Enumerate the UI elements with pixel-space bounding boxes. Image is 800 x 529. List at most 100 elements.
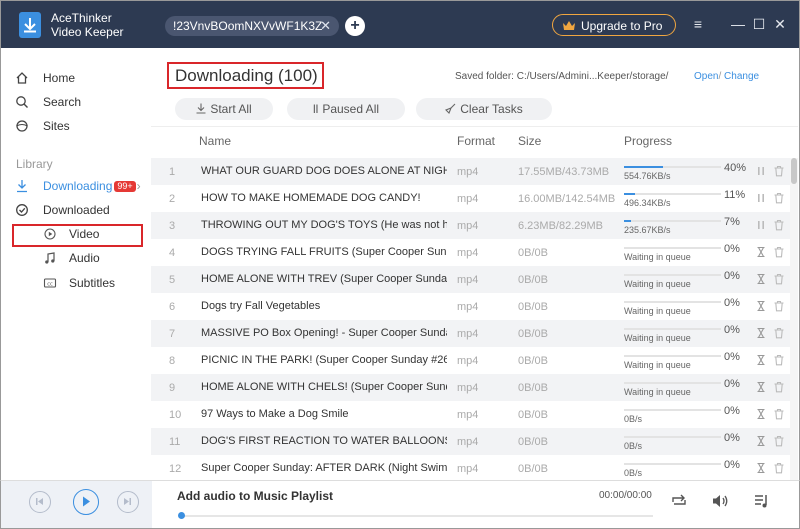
url-tab-label: !23VnvBOomNXVvWF1K3Z — [173, 19, 323, 33]
sidebar-item-search[interactable]: Search — [1, 91, 151, 113]
sidebar-item-sites[interactable]: Sites — [1, 115, 151, 137]
brand-name: AceThinker — [51, 11, 112, 25]
pause-icon[interactable] — [755, 192, 767, 204]
playback-track[interactable] — [179, 515, 653, 517]
row-name: DOG'S FIRST REACTION TO WATER BALLOONS! — [201, 435, 447, 447]
playback-time: 00:00/00:00 — [599, 490, 652, 501]
header-divider — [151, 126, 798, 127]
row-number: 9 — [169, 382, 176, 394]
table-row[interactable]: 3 THROWING OUT MY DOG'S TOYS (He was not … — [151, 212, 790, 239]
add-tab-button[interactable]: + — [345, 16, 365, 36]
hourglass-icon[interactable] — [755, 462, 767, 474]
row-name: DOGS TRYING FALL FRUITS (Super Cooper Su… — [201, 246, 447, 258]
sidebar-item-downloaded[interactable]: Downloaded — [1, 199, 151, 221]
play-button[interactable] — [73, 489, 99, 515]
table-row[interactable]: 5 HOME ALONE WITH TREV (Super Cooper Sund… — [151, 266, 790, 293]
repeat-icon[interactable] — [670, 493, 688, 509]
progress-percent: 7% — [724, 216, 740, 228]
progress-bar — [624, 436, 721, 438]
delete-icon[interactable] — [773, 165, 785, 177]
hourglass-icon[interactable] — [755, 327, 767, 339]
table-row[interactable]: 10 97 Ways to Make a Dog Smile mp4 0B/0B 0% 0… — [151, 401, 790, 428]
row-number: 7 — [169, 328, 176, 340]
table-row[interactable]: 7 MASSIVE PO Box Opening! - Super Cooper … — [151, 320, 790, 347]
sidebar-item-downloading[interactable]: Downloading 99+ › — [1, 175, 151, 197]
table-row[interactable]: 6 Dogs try Fall Vegetables mp4 0B/0B 0% Waiti… — [151, 293, 790, 320]
start-all-button[interactable]: Start All — [175, 98, 273, 120]
row-status: Waiting in queue — [624, 333, 691, 343]
row-number: 11 — [169, 436, 181, 448]
delete-icon[interactable] — [773, 462, 785, 474]
hourglass-icon[interactable] — [755, 408, 767, 420]
next-button[interactable] — [117, 491, 139, 513]
delete-icon[interactable] — [773, 381, 785, 393]
sidebar-item-label: Downloaded — [43, 203, 110, 217]
playlist-icon[interactable] — [753, 492, 771, 510]
hourglass-icon[interactable] — [755, 435, 767, 447]
pause-icon[interactable] — [755, 165, 767, 177]
table-row[interactable]: 1 WHAT OUR GUARD DOG DOES ALONE AT NIGHT … — [151, 158, 790, 185]
saved-folder-path: C:/Users/Admini...Keeper/storage/ — [516, 71, 669, 82]
upgrade-button[interactable]: Upgrade to Pro — [552, 14, 676, 36]
table-row[interactable]: 8 PICNIC IN THE PARK! (Super Cooper Sunda… — [151, 347, 790, 374]
sidebar-item-subtitles[interactable]: cc Subtitles — [1, 272, 151, 294]
scrollbar-thumb[interactable] — [791, 158, 797, 184]
minimize-icon[interactable]: — — [729, 15, 747, 33]
hourglass-icon[interactable] — [755, 273, 767, 285]
table-row[interactable]: 9 HOME ALONE WITH CHELS! (Super Cooper Su… — [151, 374, 790, 401]
folder-actions: Open/ Change — [694, 71, 759, 82]
previous-icon — [36, 498, 43, 505]
clear-tasks-button[interactable]: Clear Tasks — [416, 98, 552, 120]
delete-icon[interactable] — [773, 408, 785, 420]
sidebar-item-label: Search — [43, 95, 82, 109]
chevron-right-icon: › — [136, 179, 141, 193]
delete-icon[interactable] — [773, 273, 785, 285]
saved-folder: Saved folder: C:/Users/Admini...Keeper/s… — [455, 71, 668, 82]
delete-icon[interactable] — [773, 219, 785, 231]
table-row[interactable]: 4 DOGS TRYING FALL FRUITS (Super Cooper S… — [151, 239, 790, 266]
hourglass-icon[interactable] — [755, 300, 767, 312]
delete-icon[interactable] — [773, 435, 785, 447]
scrollbar[interactable] — [790, 158, 798, 480]
row-name: THROWING OUT MY DOG'S TOYS (He was not h… — [201, 219, 447, 231]
row-size: 0B/0B — [518, 328, 548, 340]
paused-all-button[interactable]: ll Paused All — [287, 98, 405, 120]
maximize-icon[interactable]: ☐ — [750, 15, 768, 33]
close-window-icon[interactable]: ✕ — [771, 15, 789, 33]
progress-bar — [624, 193, 721, 195]
row-format: mp4 — [457, 409, 479, 421]
row-size: 6.23MB/82.29MB — [518, 220, 603, 232]
delete-icon[interactable] — [773, 354, 785, 366]
table-row[interactable]: 2 HOW TO MAKE HOMEMADE DOG CANDY! mp4 16.00… — [151, 185, 790, 212]
row-name: WHAT OUR GUARD DOG DOES ALONE AT NIGHT .… — [201, 165, 447, 177]
previous-button[interactable] — [29, 491, 51, 513]
hourglass-icon[interactable] — [755, 381, 767, 393]
table-row[interactable]: 11 DOG'S FIRST REACTION TO WATER BALLOONS… — [151, 428, 790, 455]
delete-icon[interactable] — [773, 192, 785, 204]
hourglass-icon[interactable] — [755, 246, 767, 258]
row-number: 1 — [169, 166, 176, 178]
progress-percent: 0% — [724, 324, 740, 336]
url-tab[interactable]: !23VnvBOomNXVvWF1K3Z ✕ — [165, 16, 339, 36]
sidebar-item-video[interactable]: Video — [1, 223, 151, 245]
sidebar-item-audio[interactable]: Audio — [1, 247, 151, 269]
column-header-size: Size — [518, 134, 542, 148]
sidebar-item-home[interactable]: Home — [1, 67, 151, 89]
delete-icon[interactable] — [773, 300, 785, 312]
sites-icon — [16, 120, 28, 132]
hourglass-icon[interactable] — [755, 354, 767, 366]
table-row[interactable]: 12 Super Cooper Sunday: AFTER DARK (Night… — [151, 455, 790, 482]
row-name: Dogs try Fall Vegetables — [201, 300, 321, 312]
delete-icon[interactable] — [773, 246, 785, 258]
change-folder-link[interactable]: Change — [724, 71, 759, 82]
open-folder-link[interactable]: Open — [694, 71, 718, 82]
delete-icon[interactable] — [773, 327, 785, 339]
downloading-label: Downloading — [43, 179, 113, 193]
close-tab-icon[interactable]: ✕ — [320, 16, 331, 36]
menu-icon[interactable]: ≡ — [689, 15, 707, 33]
playlist-title: Add audio to Music Playlist — [177, 489, 334, 503]
search-icon — [16, 96, 28, 108]
pause-icon[interactable] — [755, 219, 767, 231]
playback-handle[interactable] — [178, 512, 185, 519]
volume-icon[interactable] — [711, 493, 729, 509]
